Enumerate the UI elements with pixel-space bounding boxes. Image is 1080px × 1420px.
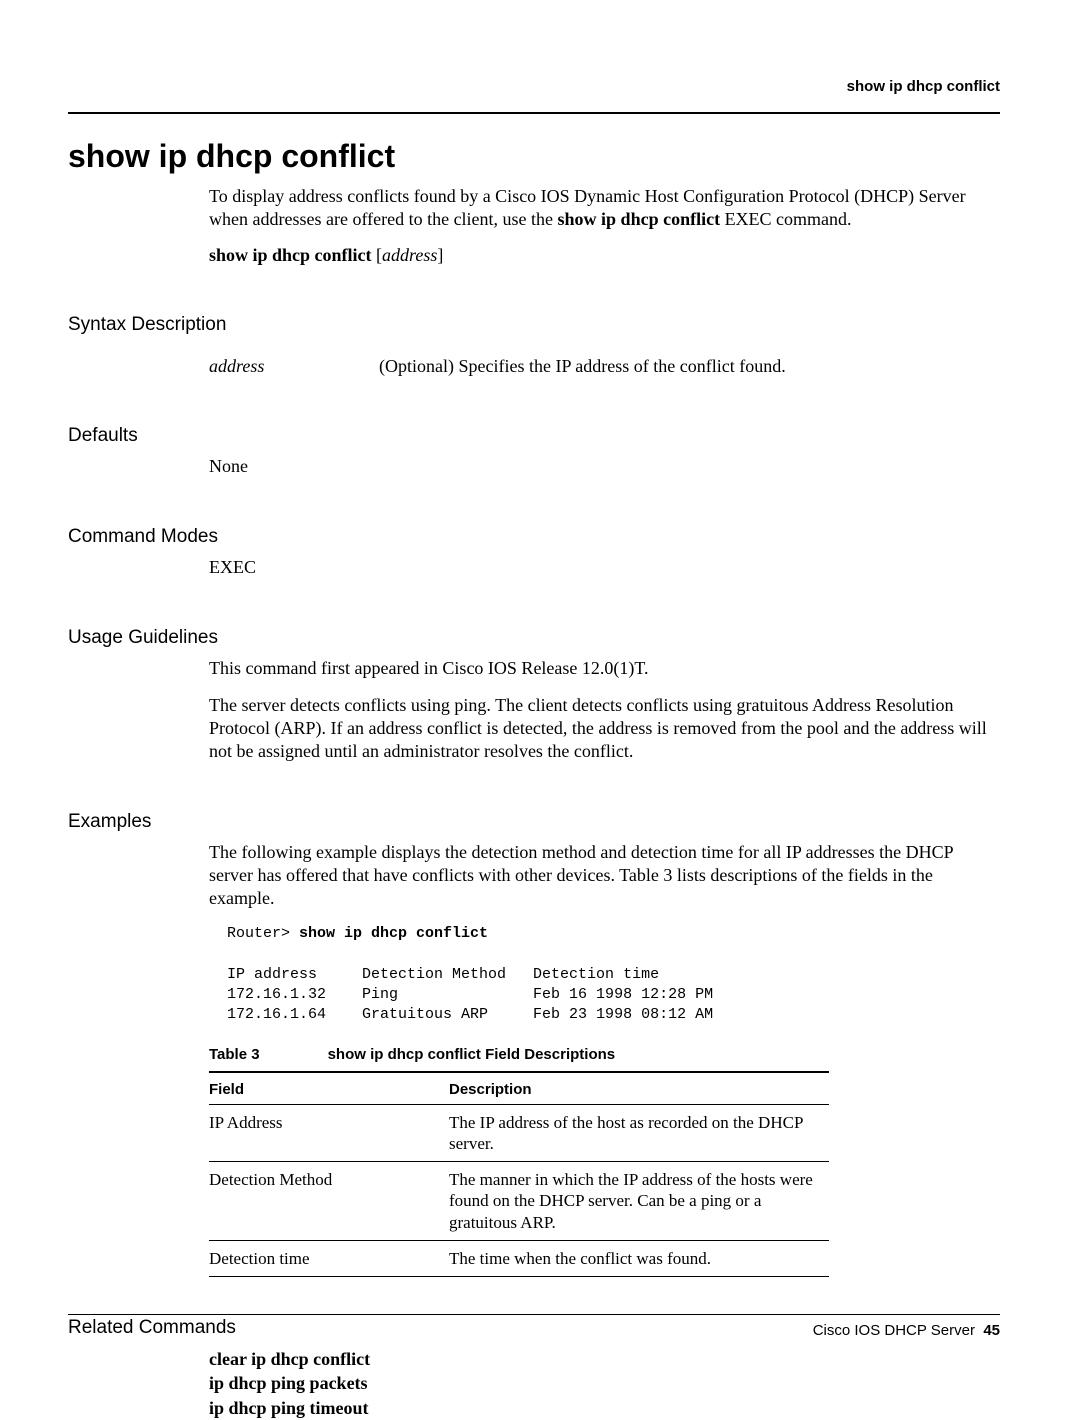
table-row: Detection Method The manner in which the… (209, 1162, 829, 1241)
page-number: 45 (983, 1322, 1000, 1339)
code-command: show ip dhcp conflict (299, 925, 488, 942)
heading-syntax-description: Syntax Description (68, 314, 1000, 336)
cell-desc: The IP address of the host as recorded o… (449, 1104, 829, 1162)
table-label: Table 3 (209, 1046, 260, 1063)
cell-field: Detection Method (209, 1162, 449, 1241)
code-prompt: Router> (227, 925, 299, 942)
th-field: Field (209, 1072, 449, 1105)
heading-examples: Examples (68, 811, 1000, 833)
related-command-item: ip dhcp ping timeout (209, 1396, 1000, 1420)
footer-rule (68, 1314, 1000, 1315)
heading-usage-guidelines: Usage Guidelines (68, 627, 1000, 649)
top-rule (68, 112, 1000, 114)
syntax-bracket-close: ] (437, 245, 443, 265)
heading-command-modes: Command Modes (68, 526, 1000, 548)
cell-desc: The time when the conflict was found. (449, 1240, 829, 1276)
th-description: Description (449, 1072, 829, 1105)
table-title: show ip dhcp conflict Field Descriptions (328, 1046, 616, 1063)
field-descriptions-table: Field Description IP Address The IP addr… (209, 1071, 829, 1278)
footer: Cisco IOS DHCP Server 45 (813, 1322, 1000, 1339)
table-header-row: Field Description (209, 1072, 829, 1105)
section-command-modes: Command Modes EXEC (68, 526, 1000, 579)
heading-defaults: Defaults (68, 425, 1000, 447)
code-row-2: 172.16.1.64 Gratuitous ARP Feb 23 1998 0… (227, 1006, 713, 1023)
related-commands-list: clear ip dhcp conflict ip dhcp ping pack… (209, 1347, 1000, 1420)
table-row: Detection time The time when the conflic… (209, 1240, 829, 1276)
related-command-item: ip dhcp ping packets (209, 1371, 1000, 1395)
syntax-description-row: address (Optional) Specifies the IP addr… (209, 356, 1000, 377)
command-modes-text: EXEC (209, 556, 1000, 579)
syntax-command: show ip dhcp conflict (209, 245, 372, 265)
related-command-item: clear ip dhcp conflict (209, 1347, 1000, 1371)
usage-p2: The server detects conflicts using ping.… (209, 694, 1000, 763)
code-row-1: 172.16.1.32 Ping Feb 16 1998 12:28 PM (227, 986, 713, 1003)
command-syntax-line: show ip dhcp conflict [address] (209, 245, 1000, 266)
example-code-block: Router> show ip dhcp conflict IP address… (227, 924, 1000, 1025)
page: show ip dhcp conflict show ip dhcp confl… (0, 0, 1080, 1397)
syntax-arg-name: address (209, 356, 379, 377)
section-syntax-description: Syntax Description address (Optional) Sp… (68, 314, 1000, 377)
defaults-text: None (209, 455, 1000, 478)
running-head: show ip dhcp conflict (847, 78, 1000, 95)
examples-intro: The following example displays the detec… (209, 841, 1000, 910)
table-row: IP Address The IP address of the host as… (209, 1104, 829, 1162)
section-defaults: Defaults None (68, 425, 1000, 478)
page-title: show ip dhcp conflict (68, 138, 1000, 175)
intro-paragraph: To display address conflicts found by a … (209, 185, 1000, 231)
cell-desc: The manner in which the IP address of th… (449, 1162, 829, 1241)
cell-field: IP Address (209, 1104, 449, 1162)
syntax-arg-desc: (Optional) Specifies the IP address of t… (379, 356, 1000, 377)
footer-text: Cisco IOS DHCP Server (813, 1322, 975, 1339)
usage-p1: This command first appeared in Cisco IOS… (209, 657, 1000, 680)
syntax-arg: address (382, 245, 437, 265)
cell-field: Detection time (209, 1240, 449, 1276)
section-examples: Examples The following example displays … (68, 811, 1000, 1277)
code-header-row: IP address Detection Method Detection ti… (227, 966, 659, 983)
table-caption: Table 3 show ip dhcp conflict Field Desc… (209, 1046, 1000, 1063)
section-usage-guidelines: Usage Guidelines This command first appe… (68, 627, 1000, 763)
